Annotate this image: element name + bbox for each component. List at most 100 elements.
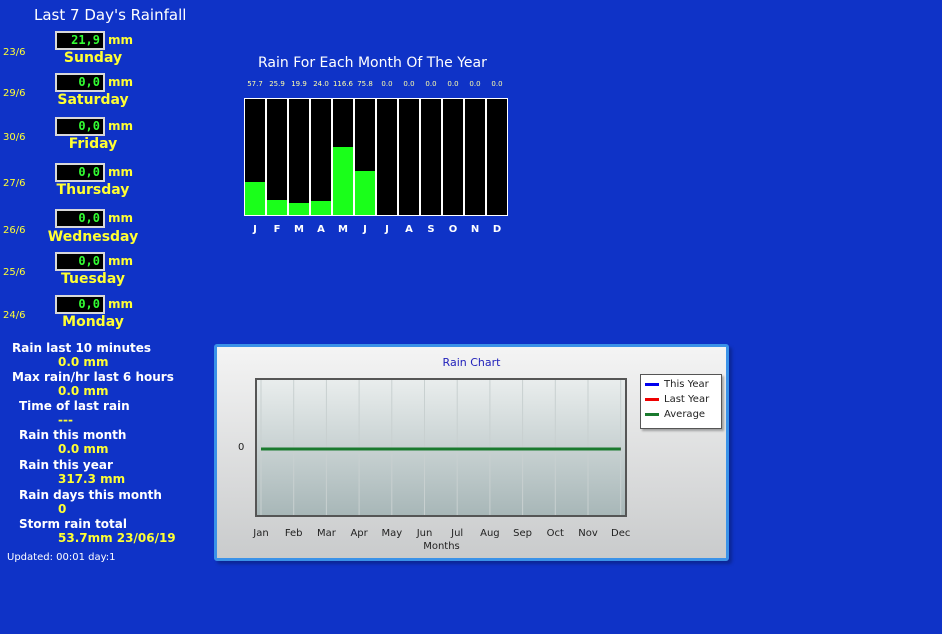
- updated-timestamp: Updated: 00:01 day:1: [7, 552, 116, 563]
- legend-item-this-year: This Year: [645, 379, 709, 390]
- bar-value-label: 19.9: [291, 80, 307, 88]
- day-rain-value: 0,0: [78, 119, 100, 133]
- x-axis-label: Months: [423, 541, 460, 552]
- day-date: 29/6: [3, 88, 26, 99]
- day-rain-value: 0,0: [78, 165, 100, 179]
- x-tick-label: Aug: [480, 528, 500, 539]
- year-rain-value: 317.3 mm: [58, 472, 126, 486]
- x-tick-label: Mar: [316, 528, 336, 539]
- day-date: 24/6: [3, 310, 26, 321]
- bar-month-label: J: [253, 224, 257, 235]
- bar-slot: [354, 98, 376, 216]
- bar-slot: [420, 98, 442, 216]
- day-rain-unit: mm: [108, 254, 134, 268]
- bar-slot: [266, 98, 288, 216]
- bar-value-label: 0.0: [381, 80, 393, 88]
- bar-slot: [310, 98, 332, 216]
- last-rain-label: Time of last rain: [19, 399, 130, 413]
- day-name: Sunday: [63, 50, 123, 66]
- rain-chart-panel: Rain Chart 0 Jan Feb Mar Apr May Jun Jul Aug Sep…: [214, 344, 729, 561]
- legend-label-average: Average: [664, 409, 706, 420]
- bar-value-label: 57.7: [247, 80, 263, 88]
- legend-label-this-year: This Year: [664, 379, 709, 390]
- legend-item-average: Average: [645, 409, 705, 420]
- day-date: 30/6: [3, 132, 26, 143]
- storm-rain-value: 53.7mm 23/06/19: [58, 531, 176, 545]
- bar-slot: [376, 98, 398, 216]
- legend-label-last-year: Last Year: [664, 394, 710, 405]
- bar-value-label: 25.9: [269, 80, 285, 88]
- x-tick-label: Oct: [546, 528, 564, 539]
- day-date: 23/6: [3, 47, 26, 58]
- bar-slot: [464, 98, 486, 216]
- storm-rain-label: Storm rain total: [19, 517, 127, 531]
- bar-value-label: 0.0: [425, 80, 437, 88]
- y-tick-label-0: 0: [238, 442, 245, 453]
- bar-value-label: 0.0: [469, 80, 481, 88]
- bar: [355, 171, 375, 215]
- day-name: Tuesday: [61, 271, 125, 287]
- day-rain-value: 21,9: [71, 33, 100, 47]
- rain-chart-legend: This Year Last Year Average: [640, 374, 722, 429]
- rain-chart-svg: [260, 380, 622, 515]
- rain-chart-title: Rain Chart: [442, 356, 501, 369]
- day-rain-unit: mm: [108, 297, 134, 311]
- day-rain-unit: mm: [108, 211, 134, 225]
- legend-swatch-average: [645, 412, 659, 416]
- bar: [333, 147, 353, 215]
- bar-month-label: J: [363, 224, 367, 235]
- bar-slot: [244, 98, 266, 216]
- day-rain-display: 0,0: [55, 163, 105, 182]
- bar: [245, 181, 265, 215]
- day-rain-display: 0,0: [55, 209, 105, 228]
- max-rain-label: Max rain/hr last 6 hours: [12, 370, 174, 384]
- legend-item-last-year: Last Year: [645, 394, 709, 405]
- x-tick-label: Dec: [611, 528, 631, 539]
- bar: [267, 199, 287, 215]
- bar-slot: [442, 98, 464, 216]
- bar-slot: [332, 98, 354, 216]
- page-title: Last 7 Day's Rainfall: [34, 6, 187, 24]
- bar: [289, 203, 309, 215]
- bar-value-label: 0.0: [447, 80, 459, 88]
- day-date: 26/6: [3, 225, 26, 236]
- x-tick-label: Feb: [284, 528, 303, 539]
- day-rain-display: 0,0: [55, 295, 105, 314]
- bar-month-label: N: [470, 224, 480, 235]
- monthly-rain-chart-title: Rain For Each Month Of The Year: [258, 55, 487, 71]
- bar-month-label: A: [405, 224, 413, 235]
- bar-value-label: 75.8: [357, 80, 373, 88]
- x-tick-label: Jul: [451, 528, 464, 539]
- day-rain-value: 0,0: [78, 211, 100, 225]
- x-tick-label: Apr: [350, 528, 368, 539]
- day-rain-unit: mm: [108, 33, 134, 47]
- legend-swatch-this-year: [645, 382, 659, 386]
- day-name: Wednesday: [47, 229, 139, 245]
- x-tick-label: Nov: [578, 528, 598, 539]
- day-name: Monday: [62, 314, 124, 330]
- day-rain-display: 0,0: [55, 252, 105, 271]
- rain-10min-label: Rain last 10 minutes: [12, 341, 152, 355]
- bar-month-label: F: [273, 224, 281, 235]
- day-rain-display: 21,9: [55, 31, 105, 50]
- day-date: 25/6: [3, 267, 26, 278]
- month-rain-label: Rain this month: [19, 428, 127, 442]
- raindays-value: 0: [58, 502, 67, 516]
- bar-month-label: O: [448, 224, 458, 235]
- bar: [311, 201, 331, 215]
- x-tick-label: Jun: [416, 528, 433, 539]
- day-rain-value: 0,0: [78, 254, 100, 268]
- bar-month-label: S: [427, 224, 435, 235]
- bar-month-label: M: [294, 224, 304, 235]
- bar-slot: [288, 98, 310, 216]
- day-rain-value: 0,0: [78, 297, 100, 311]
- day-rain-unit: mm: [108, 165, 134, 179]
- day-name: Thursday: [56, 182, 130, 198]
- bar-month-label: J: [385, 224, 389, 235]
- x-tick-label: Sep: [513, 528, 533, 539]
- day-rain-display: 0,0: [55, 117, 105, 136]
- day-name: Saturday: [57, 92, 129, 108]
- bar-month-label: D: [492, 224, 502, 235]
- month-rain-value: 0.0 mm: [58, 442, 109, 456]
- bar-slot: [486, 98, 508, 216]
